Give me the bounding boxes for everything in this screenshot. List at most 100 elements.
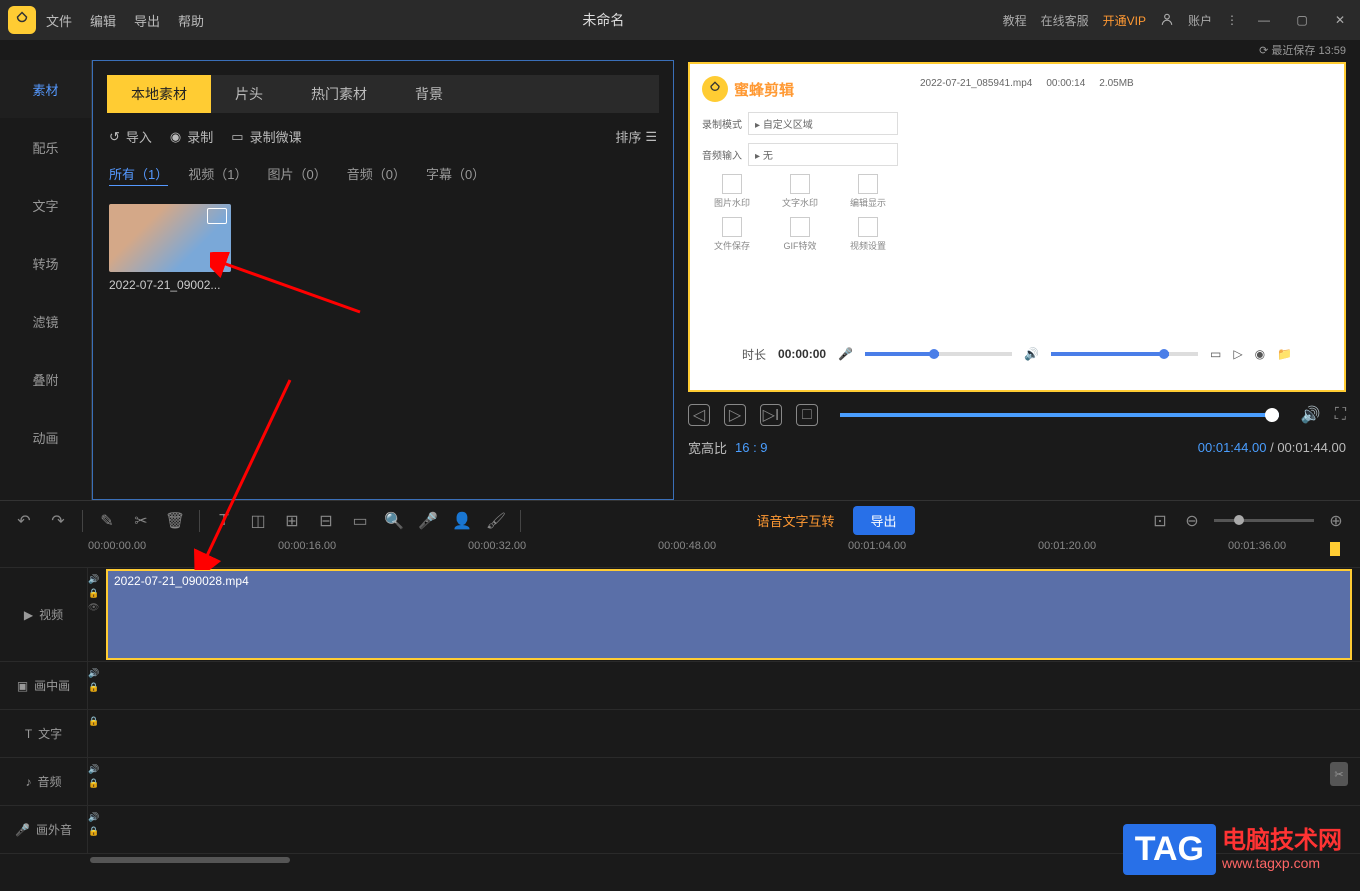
link-tutorial[interactable]: 教程 bbox=[1003, 12, 1027, 29]
zoom-out-icon[interactable]: ⊖ bbox=[1182, 511, 1202, 531]
record-course-button[interactable]: ▭ 录制微课 bbox=[231, 127, 301, 146]
sort-button[interactable]: 排序 ☰ bbox=[615, 127, 657, 146]
link-account[interactable]: 账户 bbox=[1188, 12, 1212, 29]
left-tabbar: 素材 配乐 文字 转场 滤镜 叠附 动画 bbox=[0, 60, 92, 500]
filter-all[interactable]: 所有（1） bbox=[109, 164, 168, 186]
ruler-mark: 00:01:04.00 bbox=[848, 540, 906, 552]
zoom-in-icon[interactable]: ⊕ bbox=[1326, 511, 1346, 531]
fullscreen-icon[interactable]: ⛶ bbox=[1335, 406, 1346, 424]
next-button[interactable]: ▷І bbox=[760, 404, 782, 426]
filter-audio[interactable]: 音频（0） bbox=[347, 164, 406, 186]
playback-controls: ◁ ▷ ▷І □ 🔊 ⛶ bbox=[688, 392, 1346, 438]
menu-file[interactable]: 文件 bbox=[46, 11, 72, 30]
minimize-button[interactable]: — bbox=[1252, 8, 1276, 32]
mic-slider bbox=[865, 352, 1012, 356]
menu-edit[interactable]: 编辑 bbox=[90, 11, 116, 30]
inner-player-bar: 时长 00:00:00 🎤 🔊 ▭ ▷ ◉ 📁 bbox=[730, 332, 1304, 376]
mosaic-icon[interactable]: ⊞ bbox=[282, 511, 302, 531]
audio-track-icon: ♪ bbox=[25, 775, 31, 789]
lefttab-text[interactable]: 文字 bbox=[0, 176, 91, 234]
grid-item: 编辑显示 bbox=[838, 174, 898, 209]
text-tool-icon[interactable]: T bbox=[214, 511, 234, 531]
stop-button[interactable]: □ bbox=[796, 404, 818, 426]
voice-icon[interactable]: 🎤 bbox=[418, 511, 438, 531]
folder-icon: 📁 bbox=[1277, 347, 1292, 361]
audio-select: ▸ 无 bbox=[748, 143, 898, 166]
track-pip: ▣画中画 🔊🔒 bbox=[0, 662, 1360, 710]
volume-icon[interactable]: 🔊 bbox=[1301, 405, 1321, 425]
brush-icon[interactable]: 🖌 bbox=[486, 511, 506, 531]
playback-progress[interactable] bbox=[840, 413, 1279, 417]
preview-area: 蜜蜂剪辑 录制模式 ▸ 自定义区域 音频输入 ▸ 无 图片水印 文字水印 编辑显… bbox=[674, 60, 1360, 500]
course-icon: ▭ bbox=[231, 129, 243, 145]
record-button[interactable]: ◉ 录制 bbox=[170, 127, 213, 146]
redo-icon[interactable]: ↷ bbox=[48, 511, 68, 531]
watermark-title: 电脑技术网 bbox=[1222, 828, 1342, 854]
record-icon: ◉ bbox=[170, 129, 181, 145]
play-icon: ▷ bbox=[1233, 347, 1242, 361]
video-clip[interactable]: 2022-07-21_090028.mp4 bbox=[106, 569, 1352, 660]
crop-icon[interactable]: ◫ bbox=[248, 511, 268, 531]
mode-label: 录制模式 bbox=[702, 116, 742, 131]
grid-item: 文字水印 bbox=[770, 174, 830, 209]
vol-slider bbox=[1051, 352, 1198, 356]
zoom-slider[interactable] bbox=[1214, 519, 1314, 522]
link-service[interactable]: 在线客服 bbox=[1041, 12, 1089, 29]
track-text: T文字 🔒 bbox=[0, 710, 1360, 758]
voice-convert-link[interactable]: 语音文字互转 bbox=[756, 511, 834, 530]
menu-bar: 文件 编辑 导出 帮助 bbox=[46, 11, 204, 30]
delete-icon[interactable]: 🗑 bbox=[165, 511, 185, 531]
import-button[interactable]: ↺ 导入 bbox=[109, 127, 152, 146]
aspect-row: 宽高比 16 : 9 00:01:44.00 / 00:01:44.00 bbox=[688, 438, 1346, 457]
playhead[interactable] bbox=[1330, 542, 1340, 556]
user-icon[interactable] bbox=[1160, 12, 1174, 29]
edit-icon[interactable]: ✎ bbox=[97, 511, 117, 531]
maximize-button[interactable]: ▢ bbox=[1290, 8, 1314, 32]
preview-box[interactable]: 蜜蜂剪辑 录制模式 ▸ 自定义区域 音频输入 ▸ 无 图片水印 文字水印 编辑显… bbox=[688, 62, 1346, 392]
ruler-mark: 00:01:36.00 bbox=[1228, 540, 1286, 552]
mediatab-hot[interactable]: 热门素材 bbox=[287, 75, 391, 113]
lefttab-transition[interactable]: 转场 bbox=[0, 234, 91, 292]
razor-icon[interactable]: ✂ bbox=[1330, 762, 1348, 786]
aspect-value[interactable]: 16 : 9 bbox=[735, 440, 768, 455]
filter-image[interactable]: 图片（0） bbox=[267, 164, 326, 186]
prev-button[interactable]: ◁ bbox=[688, 404, 710, 426]
brand-logo-icon bbox=[702, 76, 728, 102]
close-button[interactable]: ✕ bbox=[1328, 8, 1352, 32]
lefttab-material[interactable]: 素材 bbox=[0, 60, 91, 118]
fit-icon[interactable]: ⊡ bbox=[1150, 511, 1170, 531]
list-file: 2022-07-21_085941.mp4 bbox=[920, 78, 1032, 89]
face-icon[interactable]: 👤 bbox=[452, 511, 472, 531]
filter-video[interactable]: 视频（1） bbox=[188, 164, 247, 186]
titlebar: 文件 编辑 导出 帮助 未命名 教程 在线客服 开通VIP 账户 ⋮ — ▢ ✕ bbox=[0, 0, 1360, 40]
time-ruler[interactable]: 00:00:00.00 00:00:16.00 00:00:32.00 00:0… bbox=[0, 540, 1360, 568]
lefttab-filter[interactable]: 滤镜 bbox=[0, 292, 91, 350]
zoom-tool-icon[interactable]: 🔍 bbox=[384, 511, 404, 531]
filter-subtitle[interactable]: 字幕（0） bbox=[426, 164, 485, 186]
more-icon[interactable]: ⋮ bbox=[1226, 13, 1238, 27]
mediatab-intro[interactable]: 片头 bbox=[211, 75, 287, 113]
time-current: 00:01:44.00 bbox=[1198, 440, 1267, 455]
lefttab-animation[interactable]: 动画 bbox=[0, 408, 91, 466]
play-button[interactable]: ▷ bbox=[724, 404, 746, 426]
lefttab-overlay[interactable]: 叠附 bbox=[0, 350, 91, 408]
mediatab-local[interactable]: 本地素材 bbox=[107, 75, 211, 113]
mediatab-bg[interactable]: 背景 bbox=[391, 75, 467, 113]
mic-icon: 🎤 bbox=[838, 347, 853, 361]
menu-help[interactable]: 帮助 bbox=[178, 11, 204, 30]
media-thumb[interactable]: 2022-07-21_09002... bbox=[109, 204, 231, 292]
export-button[interactable]: 导出 bbox=[853, 506, 915, 535]
split-icon[interactable]: ⊟ bbox=[316, 511, 336, 531]
aspect-label: 宽高比 bbox=[688, 438, 727, 457]
ruler-mark: 00:01:20.00 bbox=[1038, 540, 1096, 552]
track-video: ▶ 视频 🔊🔒👁 2022-07-21_090028.mp4 bbox=[0, 568, 1360, 662]
cut-icon[interactable]: ✂ bbox=[131, 511, 151, 531]
link-vip[interactable]: 开通VIP bbox=[1103, 12, 1146, 29]
menu-export[interactable]: 导出 bbox=[134, 11, 160, 30]
lefttab-music[interactable]: 配乐 bbox=[0, 118, 91, 176]
undo-icon[interactable]: ↶ bbox=[14, 511, 34, 531]
save-status: ⟳ 最近保存 13:59 bbox=[0, 40, 1360, 60]
thumb-label: 2022-07-21_09002... bbox=[109, 278, 231, 292]
ruler-mark: 00:00:32.00 bbox=[468, 540, 526, 552]
freeze-icon[interactable]: ▭ bbox=[350, 511, 370, 531]
